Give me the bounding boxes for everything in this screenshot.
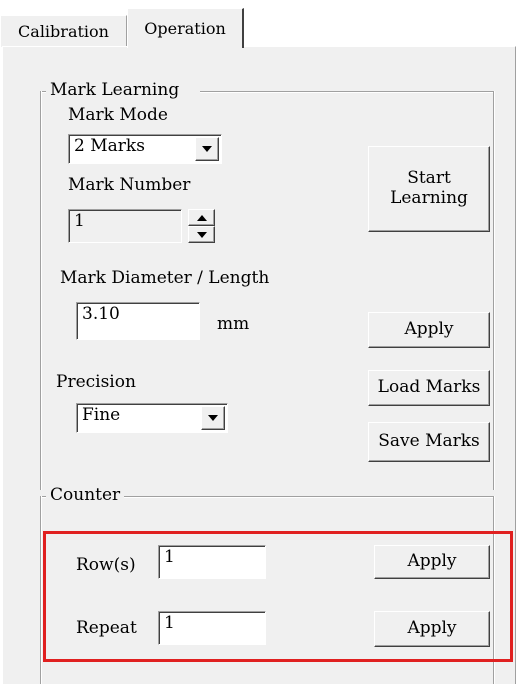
apply-diameter-label: Apply bbox=[404, 319, 454, 340]
chevron-down-icon bbox=[202, 146, 212, 152]
counter-group-top-right bbox=[124, 496, 494, 498]
mark-mode-dropdown-button[interactable] bbox=[195, 137, 219, 161]
mark-number-spin-down[interactable] bbox=[188, 226, 215, 243]
mark-number-value: 1 bbox=[74, 211, 85, 231]
counter-title: Counter bbox=[48, 485, 123, 505]
mark-diameter-unit: mm bbox=[217, 314, 250, 334]
precision-dropdown-button[interactable] bbox=[201, 406, 225, 430]
mark-diameter-value: 3.10 bbox=[82, 304, 120, 324]
mark-mode-value: 2 Marks bbox=[74, 136, 145, 156]
mark-learning-group-top-right bbox=[200, 91, 494, 93]
counter-highlight-box bbox=[43, 531, 513, 662]
start-learning-button[interactable]: Start Learning bbox=[368, 146, 490, 232]
mark-learning-title: Mark Learning bbox=[48, 80, 182, 100]
load-marks-label: Load Marks bbox=[377, 377, 481, 398]
chevron-up-icon bbox=[196, 214, 207, 221]
chevron-down-icon bbox=[196, 231, 207, 238]
load-marks-button[interactable]: Load Marks bbox=[368, 370, 490, 406]
precision-select[interactable]: Fine bbox=[76, 403, 228, 433]
mark-number-input[interactable]: 1 bbox=[68, 209, 182, 243]
tab-operation[interactable]: Operation bbox=[127, 8, 244, 48]
mark-mode-select[interactable]: 2 Marks bbox=[68, 134, 222, 164]
counter-group-left bbox=[40, 496, 42, 684]
mark-learning-group-right bbox=[493, 91, 495, 490]
mark-learning-group-left bbox=[40, 91, 42, 490]
save-marks-button[interactable]: Save Marks bbox=[368, 422, 490, 462]
mark-diameter-label: Mark Diameter / Length bbox=[60, 268, 270, 288]
tab-operation-label: Operation bbox=[144, 19, 226, 38]
mark-number-label: Mark Number bbox=[68, 175, 191, 195]
apply-diameter-button[interactable]: Apply bbox=[368, 312, 490, 348]
chevron-down-icon bbox=[208, 415, 218, 421]
save-marks-label: Save Marks bbox=[378, 431, 480, 452]
tab-calibration[interactable]: Calibration bbox=[0, 15, 127, 47]
mark-number-spin-up[interactable] bbox=[188, 209, 215, 226]
start-learning-label: Start Learning bbox=[390, 168, 468, 208]
mark-diameter-input[interactable]: 3.10 bbox=[76, 302, 200, 340]
precision-value: Fine bbox=[82, 405, 121, 425]
mark-mode-label: Mark Mode bbox=[68, 105, 168, 125]
tab-calibration-label: Calibration bbox=[18, 22, 109, 41]
precision-label: Precision bbox=[56, 372, 136, 392]
